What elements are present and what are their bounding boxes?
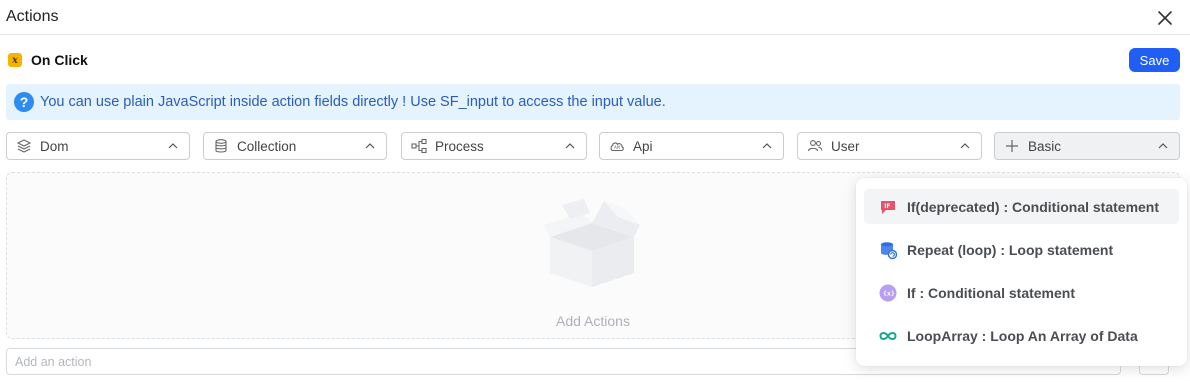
- database-icon: [213, 138, 229, 154]
- menu-item-repeat-loop[interactable]: Repeat (loop) : Loop statement: [864, 232, 1179, 267]
- question-icon: ?: [14, 92, 34, 112]
- svg-text:IF: IF: [884, 203, 890, 210]
- event-label: On Click: [31, 52, 88, 68]
- close-icon[interactable]: [1154, 7, 1176, 29]
- repeat-loop-icon: [878, 240, 898, 260]
- dropdown-label: Api: [633, 138, 653, 154]
- plus-icon: [1004, 138, 1020, 154]
- menu-item-if-deprecated[interactable]: IF If(deprecated) : Conditional statemen…: [864, 189, 1179, 224]
- dropdown-label: Basic: [1028, 138, 1062, 154]
- dropdown-label: Dom: [40, 138, 69, 154]
- chevron-up-icon: [168, 143, 178, 149]
- dialog-title: Actions: [6, 8, 59, 25]
- if-deprecated-icon: IF: [878, 197, 898, 217]
- dropdown-collection[interactable]: Collection: [203, 132, 387, 160]
- chevron-up-icon: [565, 143, 575, 149]
- save-button[interactable]: Save: [1129, 48, 1180, 72]
- loop-array-icon: [878, 326, 898, 346]
- dialog-header: Actions: [0, 0, 1190, 35]
- event-row: x On Click: [8, 51, 88, 69]
- dropdown-basic[interactable]: Basic: [994, 132, 1180, 160]
- users-icon: [807, 138, 823, 154]
- chevron-up-icon: [960, 143, 970, 149]
- info-banner: ? You can use plain JavaScript inside ac…: [6, 84, 1180, 120]
- empty-box-icon: [544, 199, 640, 287]
- dropdown-api[interactable]: API Api: [599, 132, 784, 160]
- dropdown-user[interactable]: User: [797, 132, 982, 160]
- menu-item-label: Repeat (loop) : Loop statement: [907, 241, 1114, 258]
- cloud-api-icon: API: [609, 138, 625, 154]
- event-badge-icon: x: [8, 53, 22, 67]
- if-conditional-icon: {x}: [878, 283, 898, 303]
- flow-icon: [411, 138, 427, 154]
- chevron-up-icon: [762, 143, 772, 149]
- dropdown-process[interactable]: Process: [401, 132, 587, 160]
- dropdown-label: Collection: [237, 138, 297, 154]
- menu-item-loop-array[interactable]: LoopArray : Loop An Array of Data: [864, 318, 1179, 353]
- svg-text:{x}: {x}: [883, 289, 895, 297]
- svg-text:API: API: [614, 145, 620, 150]
- menu-item-label: If(deprecated) : Conditional statement: [907, 198, 1160, 215]
- layers-icon: [16, 138, 32, 154]
- menu-item-label: LoopArray : Loop An Array of Data: [907, 327, 1138, 344]
- dropdown-label: User: [831, 138, 860, 154]
- info-text: You can use plain JavaScript inside acti…: [40, 94, 666, 110]
- menu-item-if-conditional[interactable]: {x} If : Conditional statement: [864, 275, 1179, 310]
- chevron-up-icon: [1158, 143, 1168, 149]
- menu-item-label: If : Conditional statement: [907, 284, 1075, 301]
- chevron-up-icon: [365, 143, 375, 149]
- basic-dropdown-menu: IF If(deprecated) : Conditional statemen…: [856, 178, 1187, 366]
- dropdown-label: Process: [435, 138, 484, 154]
- dropdown-dom[interactable]: Dom: [6, 132, 190, 160]
